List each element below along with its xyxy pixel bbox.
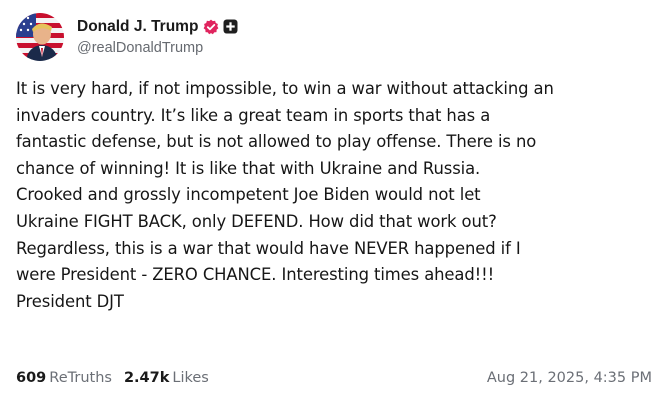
- post-body: It is very hard, if not impossible, to w…: [16, 76, 666, 315]
- retruths-label[interactable]: ReTruths: [49, 370, 112, 386]
- author-block: Donald J. Trump @realDonaldTrump: [77, 17, 238, 56]
- post-text-line: chance of winning! It is like that with …: [16, 158, 481, 178]
- likes-label[interactable]: Likes: [172, 370, 208, 386]
- likes-count[interactable]: 2.47k: [124, 370, 169, 386]
- plus-square-icon[interactable]: [223, 19, 238, 34]
- author-handle[interactable]: @realDonaldTrump: [77, 40, 238, 56]
- avatar-image: [16, 13, 64, 61]
- post-header: Donald J. Trump @realDonaldTrump: [16, 0, 672, 72]
- post-text-line: invaders country. It’s like a great team…: [16, 105, 491, 125]
- retruths-count[interactable]: 609: [16, 370, 46, 386]
- post-text-line: were President - ZERO CHANCE. Interestin…: [16, 265, 495, 285]
- post-footer: 609 ReTruths 2.47k Likes Aug 21, 2025, 4…: [16, 366, 652, 390]
- post-text-line: Ukraine FIGHT BACK, only DEFEND. How did…: [16, 211, 497, 231]
- post-text-line: Crooked and grossly incompetent Joe Bide…: [16, 185, 481, 205]
- post-text-line: President DJT: [16, 291, 124, 311]
- name-row: Donald J. Trump: [77, 17, 238, 37]
- post-text-line: It is very hard, if not impossible, to w…: [16, 79, 554, 98]
- author-display-name[interactable]: Donald J. Trump: [77, 18, 198, 36]
- post-text-line: Regardless, this is a war that would hav…: [16, 238, 521, 258]
- post-timestamp[interactable]: Aug 21, 2025, 4:35 PM: [487, 370, 652, 386]
- post-text-line: fantastic defense, but is not allowed to…: [16, 132, 537, 152]
- verified-badge-icon: [203, 19, 219, 35]
- post-card: Donald J. Trump @realDonaldTrump It is v…: [0, 0, 672, 400]
- avatar[interactable]: [16, 13, 64, 61]
